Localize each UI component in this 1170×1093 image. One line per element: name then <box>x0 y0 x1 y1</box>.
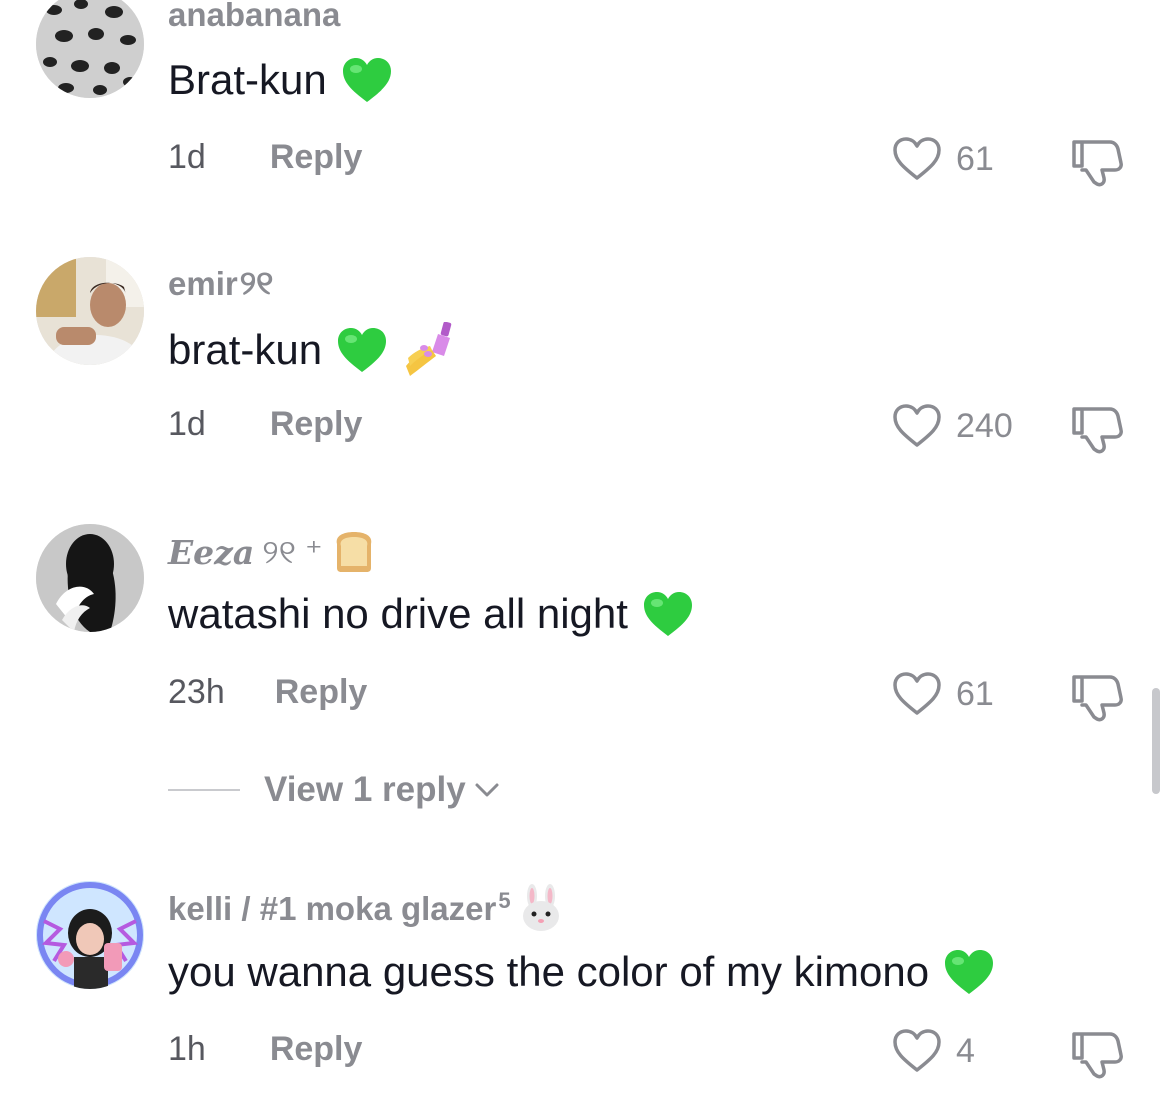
like-count: 240 <box>956 406 1013 445</box>
chevron-down-icon <box>475 783 499 797</box>
green-heart-icon <box>945 950 994 994</box>
avatar[interactable] <box>36 257 144 365</box>
username[interactable]: emir ୨୧ <box>168 264 273 303</box>
comment-meta: 1d Reply <box>168 405 362 444</box>
divider-line <box>168 789 240 791</box>
comment-text: Brat-kun <box>168 56 393 104</box>
heart-outline-icon <box>893 404 941 447</box>
reply-button[interactable]: Reply <box>275 673 368 712</box>
comment-body: brat-kun <box>168 326 323 373</box>
comment-text: brat-kun <box>168 322 458 378</box>
like-count: 4 <box>956 1031 975 1070</box>
avatar[interactable] <box>36 0 144 98</box>
timestamp: 1h <box>168 1030 206 1068</box>
timestamp: 1d <box>168 138 206 176</box>
like-count: 61 <box>956 674 994 713</box>
view-replies-button[interactable]: View 1 reply <box>168 770 500 810</box>
comment-text: watashi no drive all night <box>168 590 694 638</box>
like-button[interactable]: 240 <box>892 403 1013 449</box>
reply-button[interactable]: Reply <box>270 138 363 177</box>
username-decoration: ୨୧ <box>239 264 274 301</box>
username-superscript: 5 <box>498 888 511 913</box>
username-text: anabanana <box>168 0 341 33</box>
heart-outline-icon <box>893 672 941 715</box>
comment-meta: 23h Reply <box>168 673 367 712</box>
timestamp: 23h <box>168 673 225 711</box>
reply-button[interactable]: Reply <box>270 405 363 444</box>
green-heart-icon <box>342 58 391 102</box>
scrollbar[interactable] <box>1152 688 1160 794</box>
comment-meta: 1h Reply <box>168 1030 362 1069</box>
username-text: emir <box>168 264 238 302</box>
green-heart-icon <box>338 328 387 372</box>
heart-outline-icon <box>893 1029 941 1072</box>
bread-icon <box>336 532 371 572</box>
like-button[interactable]: 61 <box>892 136 994 182</box>
green-heart-icon <box>643 592 692 636</box>
username[interactable]: Eeza ୨୧ ⁺ <box>168 530 377 574</box>
dislike-icon[interactable] <box>1070 671 1124 723</box>
username[interactable]: kelli / #1 moka glazer5 <box>168 884 563 932</box>
dislike-icon[interactable] <box>1070 136 1124 188</box>
like-count: 61 <box>956 139 994 178</box>
dislike-icon[interactable] <box>1070 1028 1124 1080</box>
username-text: Eeza <box>168 532 255 572</box>
username[interactable]: anabanana <box>168 0 340 34</box>
avatar[interactable] <box>36 881 144 989</box>
like-button[interactable]: 61 <box>892 671 994 717</box>
heart-outline-icon <box>893 137 941 180</box>
avatar[interactable] <box>36 524 144 632</box>
username-decoration: ୨୧ ⁺ <box>262 533 323 570</box>
reply-button[interactable]: Reply <box>270 1030 363 1069</box>
dislike-icon[interactable] <box>1070 403 1124 455</box>
comment-text: you wanna guess the color of my kimono <box>168 948 995 996</box>
nail-polish-icon <box>406 322 452 376</box>
comment-body: you wanna guess the color of my kimono <box>168 948 930 995</box>
timestamp: 1d <box>168 405 206 443</box>
comment-meta: 1d Reply <box>168 138 362 177</box>
view-replies-label: View 1 reply <box>264 770 466 809</box>
rabbit-face-icon <box>522 884 559 931</box>
comment-body: Brat-kun <box>168 56 327 103</box>
like-button[interactable]: 4 <box>892 1028 975 1074</box>
username-text: kelli / #1 moka glazer <box>168 890 497 927</box>
comment-body: watashi no drive all night <box>168 590 628 637</box>
